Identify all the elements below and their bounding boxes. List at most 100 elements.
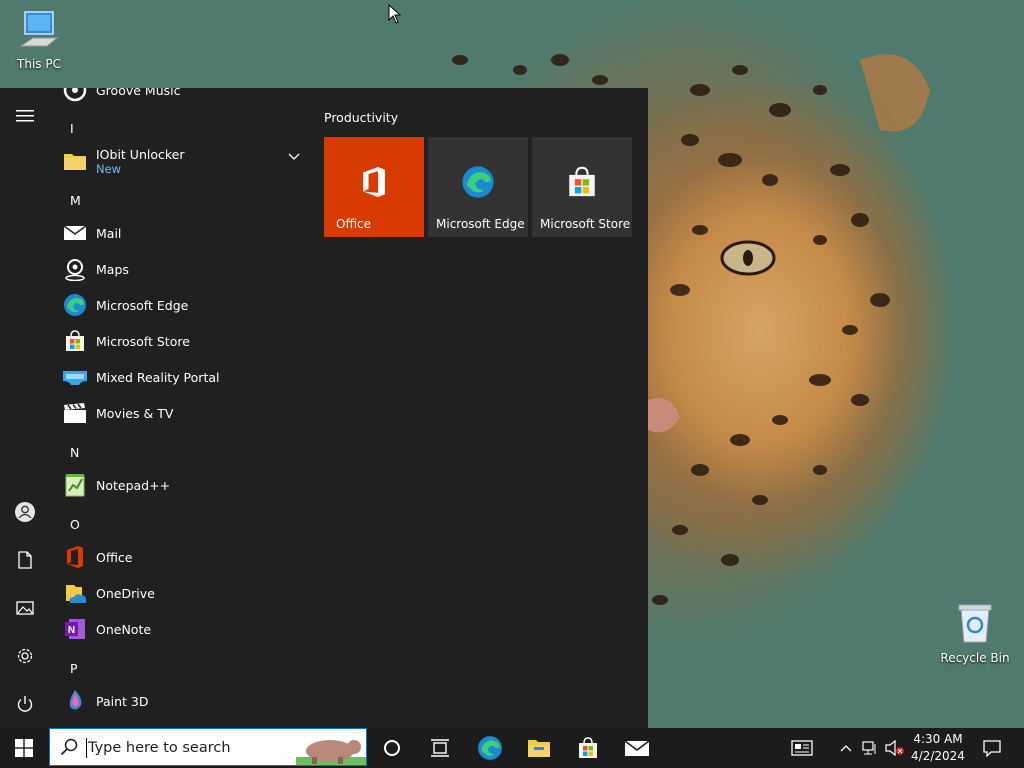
clock-time: 4:30 AM <box>913 732 963 746</box>
letter-header-p[interactable]: P <box>70 661 78 676</box>
volume-muted-icon <box>885 740 904 756</box>
recycle-bin-desktop-icon[interactable]: Recycle Bin <box>936 600 1014 665</box>
app-microsoft-edge[interactable]: Microsoft Edge <box>62 287 188 323</box>
notifications-icon <box>983 740 1001 757</box>
app-name: Groove Music <box>96 88 181 98</box>
tile-label: Microsoft Store <box>540 217 631 231</box>
letter-header-i[interactable]: I <box>70 121 74 136</box>
start-rail <box>0 88 50 728</box>
letter-header-o[interactable]: O <box>70 517 80 532</box>
recycle-bin-label: Recycle Bin <box>940 651 1010 665</box>
app-name: Mail <box>96 225 122 241</box>
app-iobit-unlocker[interactable]: IObit Unlocker New <box>62 143 185 179</box>
mouse-cursor-icon <box>388 4 402 24</box>
app-movies-tv[interactable]: Movies & TV <box>62 395 173 431</box>
taskbar-search-box[interactable]: Type here to search <box>49 728 367 766</box>
tile-label: Office <box>336 217 372 231</box>
store-icon <box>62 328 88 354</box>
tile-office[interactable]: Office <box>324 137 424 237</box>
mail-icon <box>62 220 88 246</box>
taskbar-file-explorer-button[interactable] <box>515 728 563 768</box>
folder-icon <box>62 148 88 174</box>
news-interests-button[interactable] <box>786 728 818 768</box>
paint-3d-icon <box>62 688 88 714</box>
app-notepad-plus-plus[interactable]: Notepad++ <box>62 467 170 503</box>
network-button[interactable] <box>860 728 882 768</box>
power-icon[interactable] <box>13 692 37 716</box>
letter-header-n[interactable]: N <box>70 445 79 460</box>
app-name: Microsoft Store <box>96 333 190 349</box>
tile-microsoft-edge[interactable]: Microsoft Edge <box>428 137 528 237</box>
pictures-icon[interactable] <box>13 596 37 620</box>
cortana-button[interactable] <box>368 728 416 768</box>
onedrive-icon <box>62 580 88 606</box>
app-office[interactable]: Office <box>62 539 133 575</box>
app-mail[interactable]: Mail <box>62 215 121 251</box>
edge-icon <box>478 736 502 760</box>
app-name: OneNote <box>96 621 152 637</box>
edge-icon <box>62 292 88 318</box>
app-name: OneDrive <box>96 585 155 601</box>
news-icon <box>791 740 813 756</box>
taskbar-store-button[interactable] <box>564 728 612 768</box>
app-list: Groove Music I IObit Unlocker New M Mail … <box>50 88 312 728</box>
mail-icon <box>624 740 650 756</box>
onenote-icon: N <box>62 616 88 642</box>
tile-label: Microsoft Edge <box>436 217 525 231</box>
app-microsoft-store[interactable]: Microsoft Store <box>62 323 190 359</box>
notepad-plus-plus-icon <box>62 472 88 498</box>
taskbar-clock[interactable]: 4:30 AM 4/2/2024 <box>906 731 970 765</box>
chevron-up-icon <box>840 745 852 752</box>
new-badge: New <box>96 161 122 176</box>
app-name: Paint 3D <box>96 693 149 709</box>
this-pc-label: This PC <box>17 57 61 71</box>
edge-icon <box>428 165 528 199</box>
text-caret <box>86 738 87 758</box>
app-name: Movies & TV <box>96 405 174 421</box>
app-name: Office <box>96 549 133 565</box>
file-explorer-icon <box>528 740 550 757</box>
app-name: Notepad++ <box>96 477 171 493</box>
svg-text:N: N <box>68 625 75 636</box>
app-name: Mixed Reality Portal <box>96 369 220 385</box>
clock-date: 4/2/2024 <box>911 749 965 763</box>
app-mixed-reality-portal[interactable]: Mixed Reality Portal <box>62 359 219 395</box>
mixed-reality-icon <box>62 364 88 390</box>
movies-icon <box>62 400 88 426</box>
taskbar-mail-button[interactable] <box>613 728 661 768</box>
letter-header-m[interactable]: M <box>70 193 81 208</box>
tile-group-title[interactable]: Productivity <box>324 110 398 125</box>
start-menu: Groove Music I IObit Unlocker New M Mail … <box>0 88 648 728</box>
start-button[interactable] <box>0 728 48 768</box>
store-icon <box>579 737 597 758</box>
recycle-bin-icon <box>958 604 992 643</box>
app-paint-3d[interactable]: Paint 3D <box>62 683 148 719</box>
action-center-button[interactable] <box>976 728 1008 768</box>
app-maps[interactable]: Maps <box>62 251 129 287</box>
app-onenote[interactable]: N OneNote <box>62 611 151 647</box>
app-name: Maps <box>96 261 129 277</box>
store-icon <box>532 165 632 199</box>
task-view-button[interactable] <box>416 728 464 768</box>
expand-chevron-icon[interactable] <box>288 146 300 165</box>
search-icon <box>60 738 78 756</box>
volume-button[interactable] <box>884 728 906 768</box>
cortana-icon <box>384 740 400 756</box>
documents-icon[interactable] <box>13 548 37 572</box>
app-name: Microsoft Edge <box>96 297 189 313</box>
settings-gear-icon[interactable] <box>13 644 37 668</box>
app-name: IObit Unlocker <box>96 146 185 162</box>
tile-microsoft-store[interactable]: Microsoft Store <box>532 137 632 237</box>
hamburger-menu-icon[interactable] <box>13 104 37 128</box>
computer-icon <box>19 11 59 47</box>
taskbar: Type here to search 4:30 AM 4/2/2024 <box>0 728 1024 768</box>
app-onedrive[interactable]: OneDrive <box>62 575 155 611</box>
show-hidden-icons-button[interactable] <box>836 728 856 768</box>
search-highlight-graphic <box>296 740 366 765</box>
user-account-icon[interactable] <box>13 500 37 524</box>
search-placeholder[interactable]: Type here to search <box>88 740 231 756</box>
taskbar-edge-button[interactable] <box>466 728 514 768</box>
groove-music-icon <box>62 88 88 103</box>
app-groove-music[interactable]: Groove Music <box>62 88 180 108</box>
this-pc-desktop-icon[interactable]: This PC <box>0 8 78 71</box>
